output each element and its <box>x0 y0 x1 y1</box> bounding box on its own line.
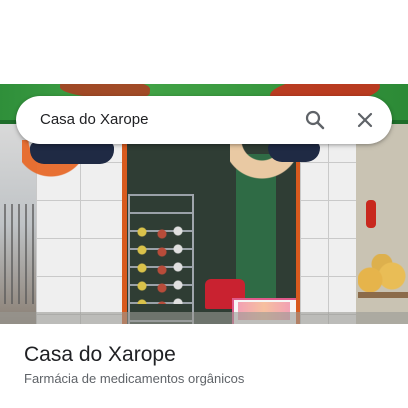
search-icon[interactable] <box>303 108 327 132</box>
grain-sacks <box>358 254 408 294</box>
door-frame-left <box>122 124 127 324</box>
stall-table <box>358 292 408 298</box>
railing <box>4 204 34 304</box>
place-info-panel[interactable]: Casa do Xarope Farmácia de medicamentos … <box>0 324 408 408</box>
place-title: Casa do Xarope <box>24 343 176 366</box>
place-category: Farmácia de medicamentos orgânicos <box>24 371 245 386</box>
hanging-hat-left <box>30 142 114 164</box>
search-input[interactable]: Casa do Xarope <box>40 96 148 144</box>
search-bar[interactable]: Casa do Xarope <box>16 96 392 144</box>
fire-extinguisher <box>366 200 376 228</box>
sidewalk <box>0 312 408 324</box>
shelf-products <box>132 224 188 304</box>
close-icon[interactable] <box>353 108 377 132</box>
top-blank-area <box>0 0 408 84</box>
hanging-hat-right <box>268 142 320 162</box>
